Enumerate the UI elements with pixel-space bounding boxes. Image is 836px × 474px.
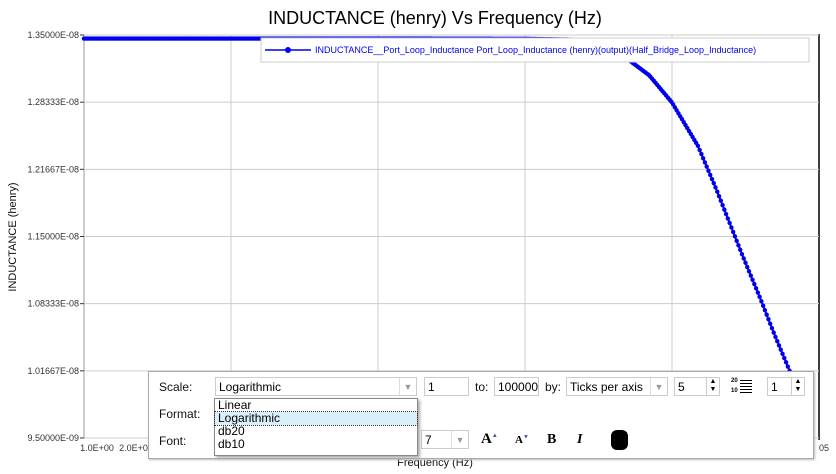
data-point [776,343,782,348]
by-label: by: [545,380,562,394]
spin-arrows-icon[interactable]: ▲ ▼ [706,378,719,395]
minor-value: 1 [771,380,778,394]
data-point [722,207,727,212]
data-point [708,172,713,178]
data-point [723,211,729,217]
data-point [766,316,771,322]
spin-arrows-icon[interactable]: ▲ ▼ [791,378,804,395]
data-point [778,347,783,352]
data-point [709,176,715,182]
data-point [743,260,748,265]
data-point [752,281,757,287]
data-point [706,168,711,173]
data-point [713,185,718,190]
ticks-stepper[interactable]: 5 ▲ ▼ [674,377,720,396]
data-point [734,238,739,244]
data-point [697,147,702,153]
data-point [745,264,750,270]
data-point [755,290,761,295]
legend-marker [285,47,291,53]
by-value: Ticks per axis [570,380,643,394]
chevron-down-icon[interactable]: ▼ [650,378,667,395]
from-input[interactable]: 1 [424,377,469,396]
data-point [757,294,762,300]
data-point [782,355,787,361]
x-tick-label: 05 [819,443,829,453]
data-point [785,364,791,369]
y-tick-label: 1.08333E-08 [27,299,79,309]
chart-title: INDUCTANCE (henry) Vs Frequency (Hz) [268,8,602,28]
format-label: Format: [159,407,201,421]
data-point [736,243,741,248]
scale-dropdown-list: Linear Logarithmic db20 db10 [214,398,418,456]
data-point [727,220,732,226]
data-point [702,160,708,165]
scale-value: Logarithmic [219,380,282,394]
y-tick-label: 9.50000E-09 [27,433,79,443]
data-point [762,307,768,313]
legend: INDUCTANCE__Port_Loop_Inductance Port_Lo… [260,37,810,63]
data-point [739,252,745,257]
data-point [759,298,764,304]
data-point [750,277,755,282]
option-logarithmic[interactable]: Logarithmic [214,411,418,426]
data-point [780,351,785,357]
data-point [741,256,746,261]
font-label: Font: [159,434,187,448]
by-select[interactable]: Ticks per axis ▼ [566,377,668,396]
chevron-down-icon[interactable]: ▼ [399,378,416,395]
data-point [764,312,769,317]
y-tick-label: 1.28333E-08 [27,97,79,107]
data-point [704,164,709,169]
data-point [753,286,759,291]
data-point [773,334,778,340]
data-point [738,247,743,252]
data-point [716,194,722,199]
data-point [729,225,734,230]
data-point [695,143,701,149]
minor-ticks-stepper[interactable]: 1 ▲ ▼ [767,377,805,396]
chevron-down-icon[interactable]: ▼ [451,431,468,448]
data-point [700,156,706,161]
data-point [715,189,720,194]
increase-font-icon[interactable]: A▲ [481,431,498,448]
y-axis-label: INDUCTANCE (henry) [7,182,19,291]
x-tick-label: 1.0E+00 [80,443,114,453]
y-tick-label: 1.15000E-08 [27,232,79,242]
font-size-select[interactable]: 7 ▼ [421,430,469,449]
minor-ticks-icon: 20 10 [731,376,753,398]
to-label: to: [475,380,489,394]
data-point [775,339,780,344]
data-point [769,325,775,331]
option-db10[interactable]: db10 [215,438,417,451]
data-point [720,202,725,208]
y-tick-label: 1.35000E-08 [27,30,79,40]
data-point [760,303,766,308]
data-point [746,269,752,274]
scale-select[interactable]: Logarithmic ▼ [215,377,417,396]
bold-button[interactable]: B [547,432,556,448]
to-input[interactable]: 100000 [494,377,539,396]
data-point [783,360,789,365]
decrease-font-icon[interactable]: A▼ [515,434,529,446]
color-picker-button[interactable] [611,430,628,450]
data-point [748,273,753,278]
ticks-value: 5 [678,380,685,394]
y-tick-label: 1.01667E-08 [27,366,79,376]
italic-button[interactable]: I [577,432,582,448]
data-point [732,234,738,239]
data-point [730,229,736,235]
data-point [767,321,773,326]
option-db20[interactable]: db20 [215,425,417,438]
data-point [771,330,776,335]
data-point [718,198,724,203]
data-point [711,181,716,186]
y-tick-label: 1.21667E-08 [27,164,79,174]
data-point [699,151,704,157]
legend-entry: INDUCTANCE__Port_Loop_Inductance Port_Lo… [315,45,756,55]
data-point [725,216,731,221]
scale-label: Scale: [159,380,193,394]
font-size-value: 7 [425,433,432,447]
